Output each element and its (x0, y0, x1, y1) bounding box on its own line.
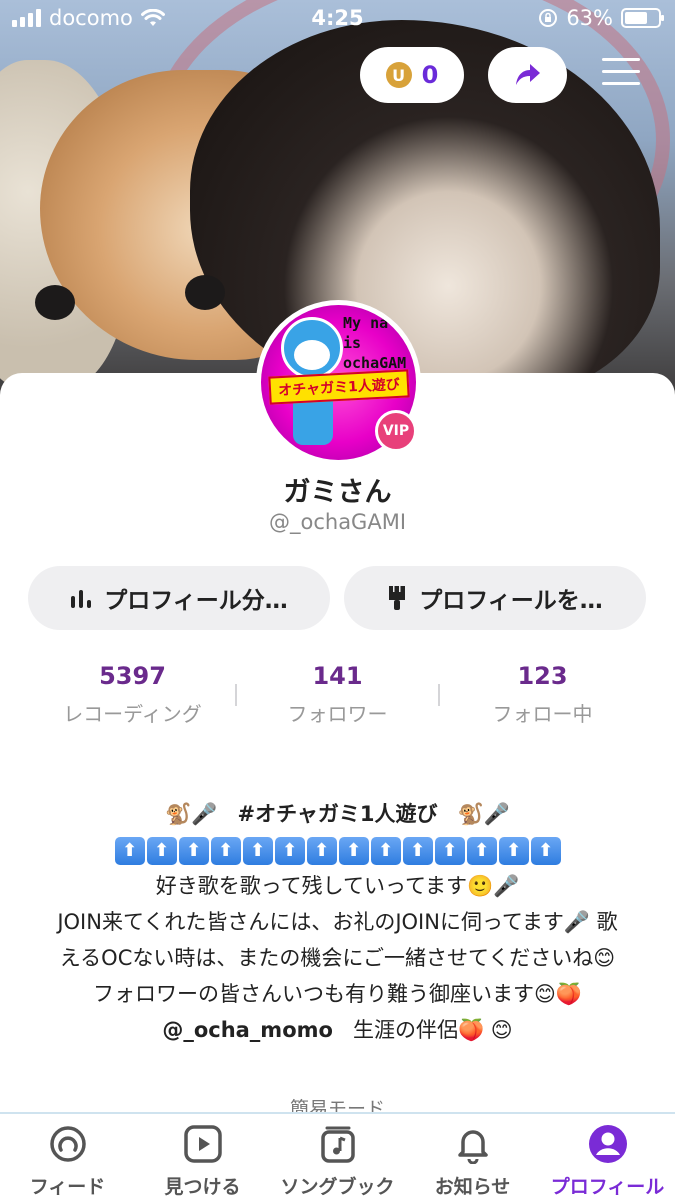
bio-line: 好き歌を歌って残していってます🙂🎤 (155, 874, 520, 898)
stat-label: レコーディング (63, 702, 202, 726)
up-arrow-icon: ⬆ (242, 837, 273, 865)
stat-value: 141 (312, 662, 363, 690)
battery-percent: 63% (566, 6, 613, 30)
stat-value: 123 (517, 662, 568, 690)
up-arrow-icon: ⬆ (178, 837, 209, 865)
vip-badge: VIP (375, 410, 417, 452)
edit-profile-label: プロフィールを… (419, 588, 603, 614)
bottom-tab-bar: フィード 見つける ソングブック お知らせ プロフィール (0, 1112, 675, 1200)
mention-link[interactable]: @_ocha_momo (162, 1018, 333, 1042)
up-arrow-icon: ⬆ (146, 837, 177, 865)
avatar-text: My na (343, 314, 389, 332)
up-arrow-icon: ⬆ (370, 837, 401, 865)
bio-line: フォロワーの皆さんいつも有り難う御座います😊🍑 (92, 982, 583, 1006)
tab-songbook[interactable]: ソングブック (270, 1122, 405, 1199)
bell-icon (457, 1130, 488, 1164)
stat-following[interactable]: 123 フォロー中 (430, 662, 655, 727)
feed-icon (49, 1126, 86, 1162)
bio-emoji: 🐒🎤 (457, 802, 510, 826)
up-arrow-icon: ⬆ (530, 837, 561, 865)
tab-label: お知らせ (434, 1176, 511, 1198)
songbook-icon (320, 1126, 355, 1163)
share-button[interactable] (488, 47, 567, 103)
bio-line: 🐒🎤 #オチャガミ1人遊び 🐒🎤 (20, 796, 655, 832)
tab-label: 見つける (164, 1176, 241, 1198)
stat-value: 5397 (99, 662, 166, 690)
up-arrow-icon: ⬆ (498, 837, 529, 865)
bio-line: JOIN来てくれた皆さんには、お礼のJOINに伺ってます🎤 歌 (57, 910, 618, 934)
up-arrow-icon: ⬆ (402, 837, 433, 865)
tab-notifications[interactable]: お知らせ (405, 1122, 540, 1199)
bio-line: @_ocha_momo 生涯の伴侶🍑 😊 (20, 1012, 655, 1048)
avatar-banner: オチャガミ1人遊び (268, 369, 410, 405)
tab-label: フィード (29, 1176, 106, 1198)
stat-label: フォロワー (287, 702, 388, 726)
share-arrow-icon (515, 64, 540, 85)
tab-label: プロフィール (550, 1176, 665, 1198)
analytics-label: プロフィール分… (104, 588, 288, 614)
edit-profile-button[interactable]: プロフィールを… (344, 566, 646, 630)
coin-count: 0 (421, 61, 439, 89)
play-icon (183, 1125, 222, 1163)
tab-discover[interactable]: 見つける (135, 1122, 270, 1199)
status-bar: docomo 4:25 63% (0, 0, 675, 40)
coin-icon: U (385, 62, 412, 88)
avatar-text: is (343, 334, 362, 352)
up-arrow-icon: ⬆ (306, 837, 337, 865)
orientation-lock-icon (539, 9, 558, 27)
arrow-row: ⬆ ⬆ ⬆ ⬆ ⬆ ⬆ ⬆ ⬆ ⬆ ⬆ ⬆ ⬆ ⬆ ⬆ (20, 832, 655, 868)
tab-feed[interactable]: フィード (0, 1122, 135, 1199)
coin-button[interactable]: U 0 (360, 47, 464, 103)
hashtag-link[interactable]: #オチャガミ1人遊び (238, 802, 438, 826)
tab-profile[interactable]: プロフィール (540, 1122, 675, 1199)
stat-label: フォロー中 (492, 702, 593, 726)
menu-button[interactable] (602, 58, 640, 92)
stat-followers[interactable]: 141 フォロワー (225, 662, 450, 727)
paintbrush-icon (389, 586, 406, 610)
tab-label: ソングブック (280, 1176, 395, 1198)
up-arrow-icon: ⬆ (274, 837, 305, 865)
bio-line: えるOCない時は、またの機会にご一緒させてくださいね😊 (59, 946, 616, 970)
stat-recordings[interactable]: 5397 レコーディング (20, 662, 245, 727)
bar-chart-icon (71, 590, 92, 608)
up-arrow-icon: ⬆ (434, 837, 465, 865)
up-arrow-icon: ⬆ (210, 837, 241, 865)
stats-row: 5397 レコーディング 141 フォロワー 123 フォロー中 (0, 662, 675, 732)
profile-icon (588, 1125, 627, 1163)
profile-analytics-button[interactable]: プロフィール分… (28, 566, 330, 630)
up-arrow-icon: ⬆ (338, 837, 369, 865)
bio: 🐒🎤 #オチャガミ1人遊び 🐒🎤 ⬆ ⬆ ⬆ ⬆ ⬆ ⬆ ⬆ ⬆ ⬆ ⬆ ⬆ ⬆ ⬆ ⬆ 好き歌を歌って残… (20, 796, 655, 1048)
bio-text: 生涯の伴侶🍑 😊 (352, 1018, 513, 1042)
battery-icon (621, 8, 664, 28)
user-handle: @_ochaGAMI (268, 510, 407, 534)
up-arrow-icon: ⬆ (466, 837, 497, 865)
up-arrow-icon: ⬆ (114, 837, 145, 865)
bio-emoji: 🐒🎤 (165, 802, 218, 826)
display-name: ガミさん (283, 477, 392, 508)
